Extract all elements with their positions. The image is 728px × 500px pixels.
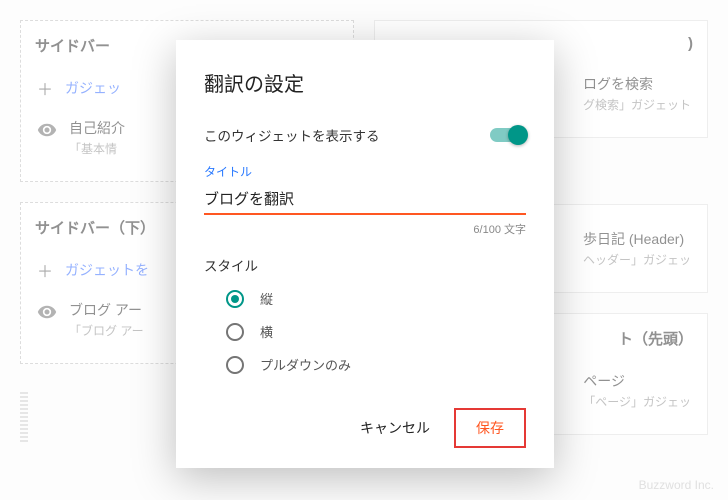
show-widget-toggle[interactable] <box>490 128 526 142</box>
title-input[interactable] <box>204 186 526 215</box>
modal-title: 翻訳の設定 <box>204 68 526 97</box>
translate-settings-modal: 翻訳の設定 このウィジェットを表示する タイトル 6/100 文字 スタイル 縦… <box>176 40 554 468</box>
radio-pulldown[interactable]: プルダウンのみ <box>226 355 526 374</box>
footer-brand: Buzzword Inc. <box>639 478 714 492</box>
style-radio-group: 縦 横 プルダウンのみ <box>204 289 526 374</box>
style-label: スタイル <box>204 255 526 275</box>
radio-label: プルダウンのみ <box>260 355 351 374</box>
char-count: 6/100 文字 <box>204 221 526 237</box>
toggle-knob <box>508 125 528 145</box>
radio-label: 横 <box>260 322 273 341</box>
radio-label: 縦 <box>260 289 273 308</box>
title-field-label: タイトル <box>204 163 526 180</box>
cancel-button[interactable]: キャンセル <box>344 410 446 446</box>
radio-icon <box>226 356 244 374</box>
radio-horizontal[interactable]: 横 <box>226 322 526 341</box>
show-widget-label: このウィジェットを表示する <box>204 125 380 145</box>
save-button[interactable]: 保存 <box>454 408 526 448</box>
radio-icon <box>226 290 244 308</box>
radio-icon <box>226 323 244 341</box>
radio-vertical[interactable]: 縦 <box>226 289 526 308</box>
